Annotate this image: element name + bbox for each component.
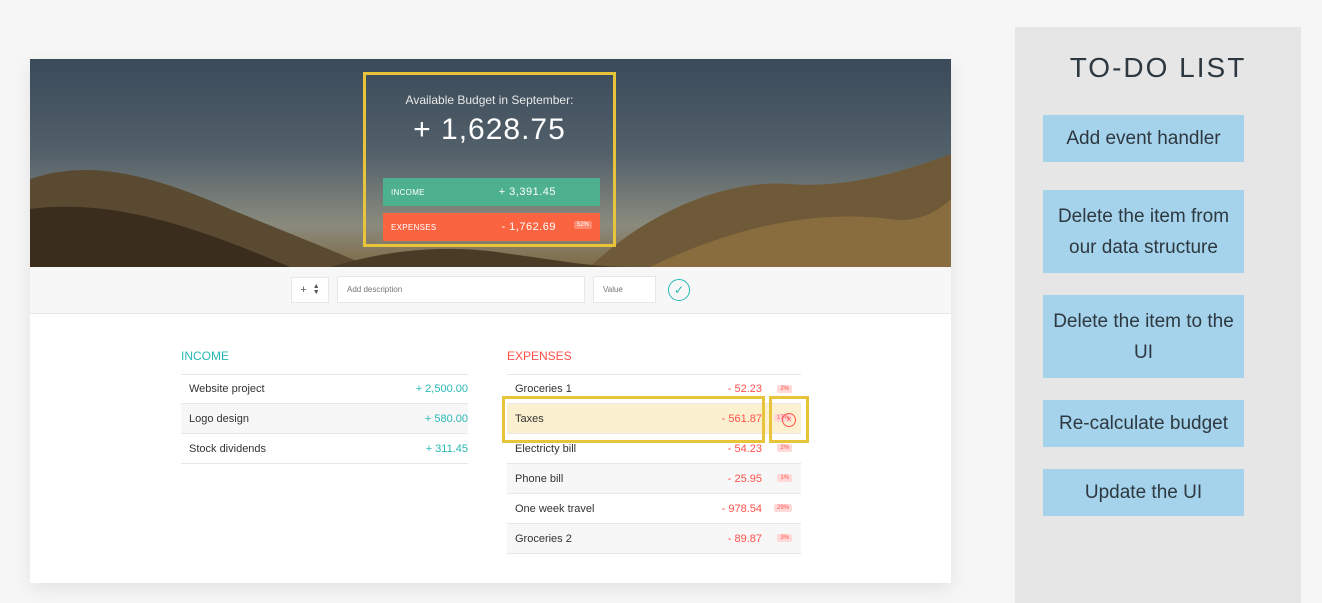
income-description: Logo design (189, 412, 249, 425)
select-arrows-icon: ▲ ▼ (312, 283, 320, 296)
expense-description: Taxes (515, 412, 544, 425)
expense-percentage: 1% (777, 474, 792, 482)
budget-app: Available Budget in September: + 1,628.7… (30, 59, 951, 583)
todo-item: Delete the item to the UI (1043, 295, 1244, 378)
value-input[interactable] (593, 276, 656, 303)
close-circle-icon: × (782, 412, 796, 427)
expense-value: - 54.23 (727, 442, 762, 455)
expenses-percentage: 52% (573, 221, 592, 229)
budget-title: Available Budget in September: (405, 93, 574, 107)
income-value: + 311.45 (425, 442, 468, 455)
income-summary: INCOME + 3,391.45 (383, 178, 600, 206)
expense-row: Phone bill - 25.95 1% (507, 464, 801, 494)
expense-percentage: 2% (777, 385, 792, 393)
income-title: INCOME (181, 349, 229, 363)
expense-row: Groceries 2 - 89.87 3% (507, 524, 801, 554)
expense-description: Phone bill (515, 472, 564, 485)
budget-hero: Available Budget in September: + 1,628.7… (30, 59, 951, 267)
type-select[interactable]: + ▲ ▼ (291, 277, 329, 303)
income-row: Website project + 2,500.00 (181, 374, 468, 404)
expense-percentage: 29% (773, 504, 792, 512)
todo-panel: TO-DO LIST Add event handler Delete the … (1015, 27, 1301, 603)
expense-row: Groceries 1 - 52.23 2% (507, 374, 801, 404)
description-input[interactable] (337, 276, 585, 303)
income-row: Stock dividends + 311.45 (181, 434, 468, 464)
income-value: + 580.00 (424, 412, 468, 425)
income-description: Stock dividends (189, 442, 267, 455)
add-item-bar: + ▲▼ ✓ (30, 267, 951, 314)
check-circle-icon: ✓ (673, 283, 685, 297)
todo-item: Delete the item from our data structure (1043, 190, 1244, 273)
expense-row: One week travel - 978.54 29% (507, 494, 801, 524)
todo-item: Update the UI (1043, 469, 1244, 516)
expense-row: Electricty bill - 54.23 2% (507, 434, 801, 464)
expense-value: - 978.54 (721, 502, 762, 515)
income-row: Logo design + 580.00 (181, 404, 468, 434)
budget-summary: Available Budget in September: + 1,628.7… (363, 72, 616, 247)
income-value: + 2,500.00 (415, 383, 468, 395)
type-select-value: + (300, 284, 307, 296)
expense-value: - 25.95 (727, 472, 762, 485)
expense-value: - 89.87 (727, 532, 762, 545)
expenses-list: Groceries 1 - 52.23 2% Taxes - 561.87 17… (507, 374, 801, 554)
income-summary-label: INCOME (391, 187, 425, 197)
todo-item: Re-calculate budget (1043, 400, 1244, 447)
delete-button[interactable]: × (769, 396, 809, 443)
expense-percentage: 3% (777, 534, 792, 542)
expense-value: - 52.23 (727, 383, 762, 395)
todo-title: TO-DO LIST (1069, 52, 1247, 83)
expenses-summary: EXPENSES - 1,762.69 52% (383, 213, 600, 241)
expense-description: Groceries 2 (515, 532, 572, 545)
expense-percentage: 2% (777, 444, 792, 452)
expense-description: One week travel (515, 502, 595, 515)
income-list: Website project + 2,500.00 Logo design +… (181, 374, 468, 464)
budget-value: + 1,628.75 (413, 113, 566, 146)
expenses-summary-label: EXPENSES (391, 222, 437, 232)
expense-value: - 561.87 (721, 412, 762, 425)
expenses-title: EXPENSES (507, 349, 572, 363)
todo-item: Add event handler (1043, 115, 1244, 162)
expense-description: Electricty bill (515, 442, 577, 455)
expense-description: Groceries 1 (515, 383, 572, 395)
income-summary-value: + 3,391.45 (498, 186, 556, 198)
expenses-summary-value: - 1,762.69 (501, 221, 556, 233)
add-button[interactable]: ✓ (668, 279, 690, 301)
expense-row-selected[interactable]: Taxes - 561.87 17% (507, 404, 801, 434)
income-description: Website project (189, 383, 265, 395)
